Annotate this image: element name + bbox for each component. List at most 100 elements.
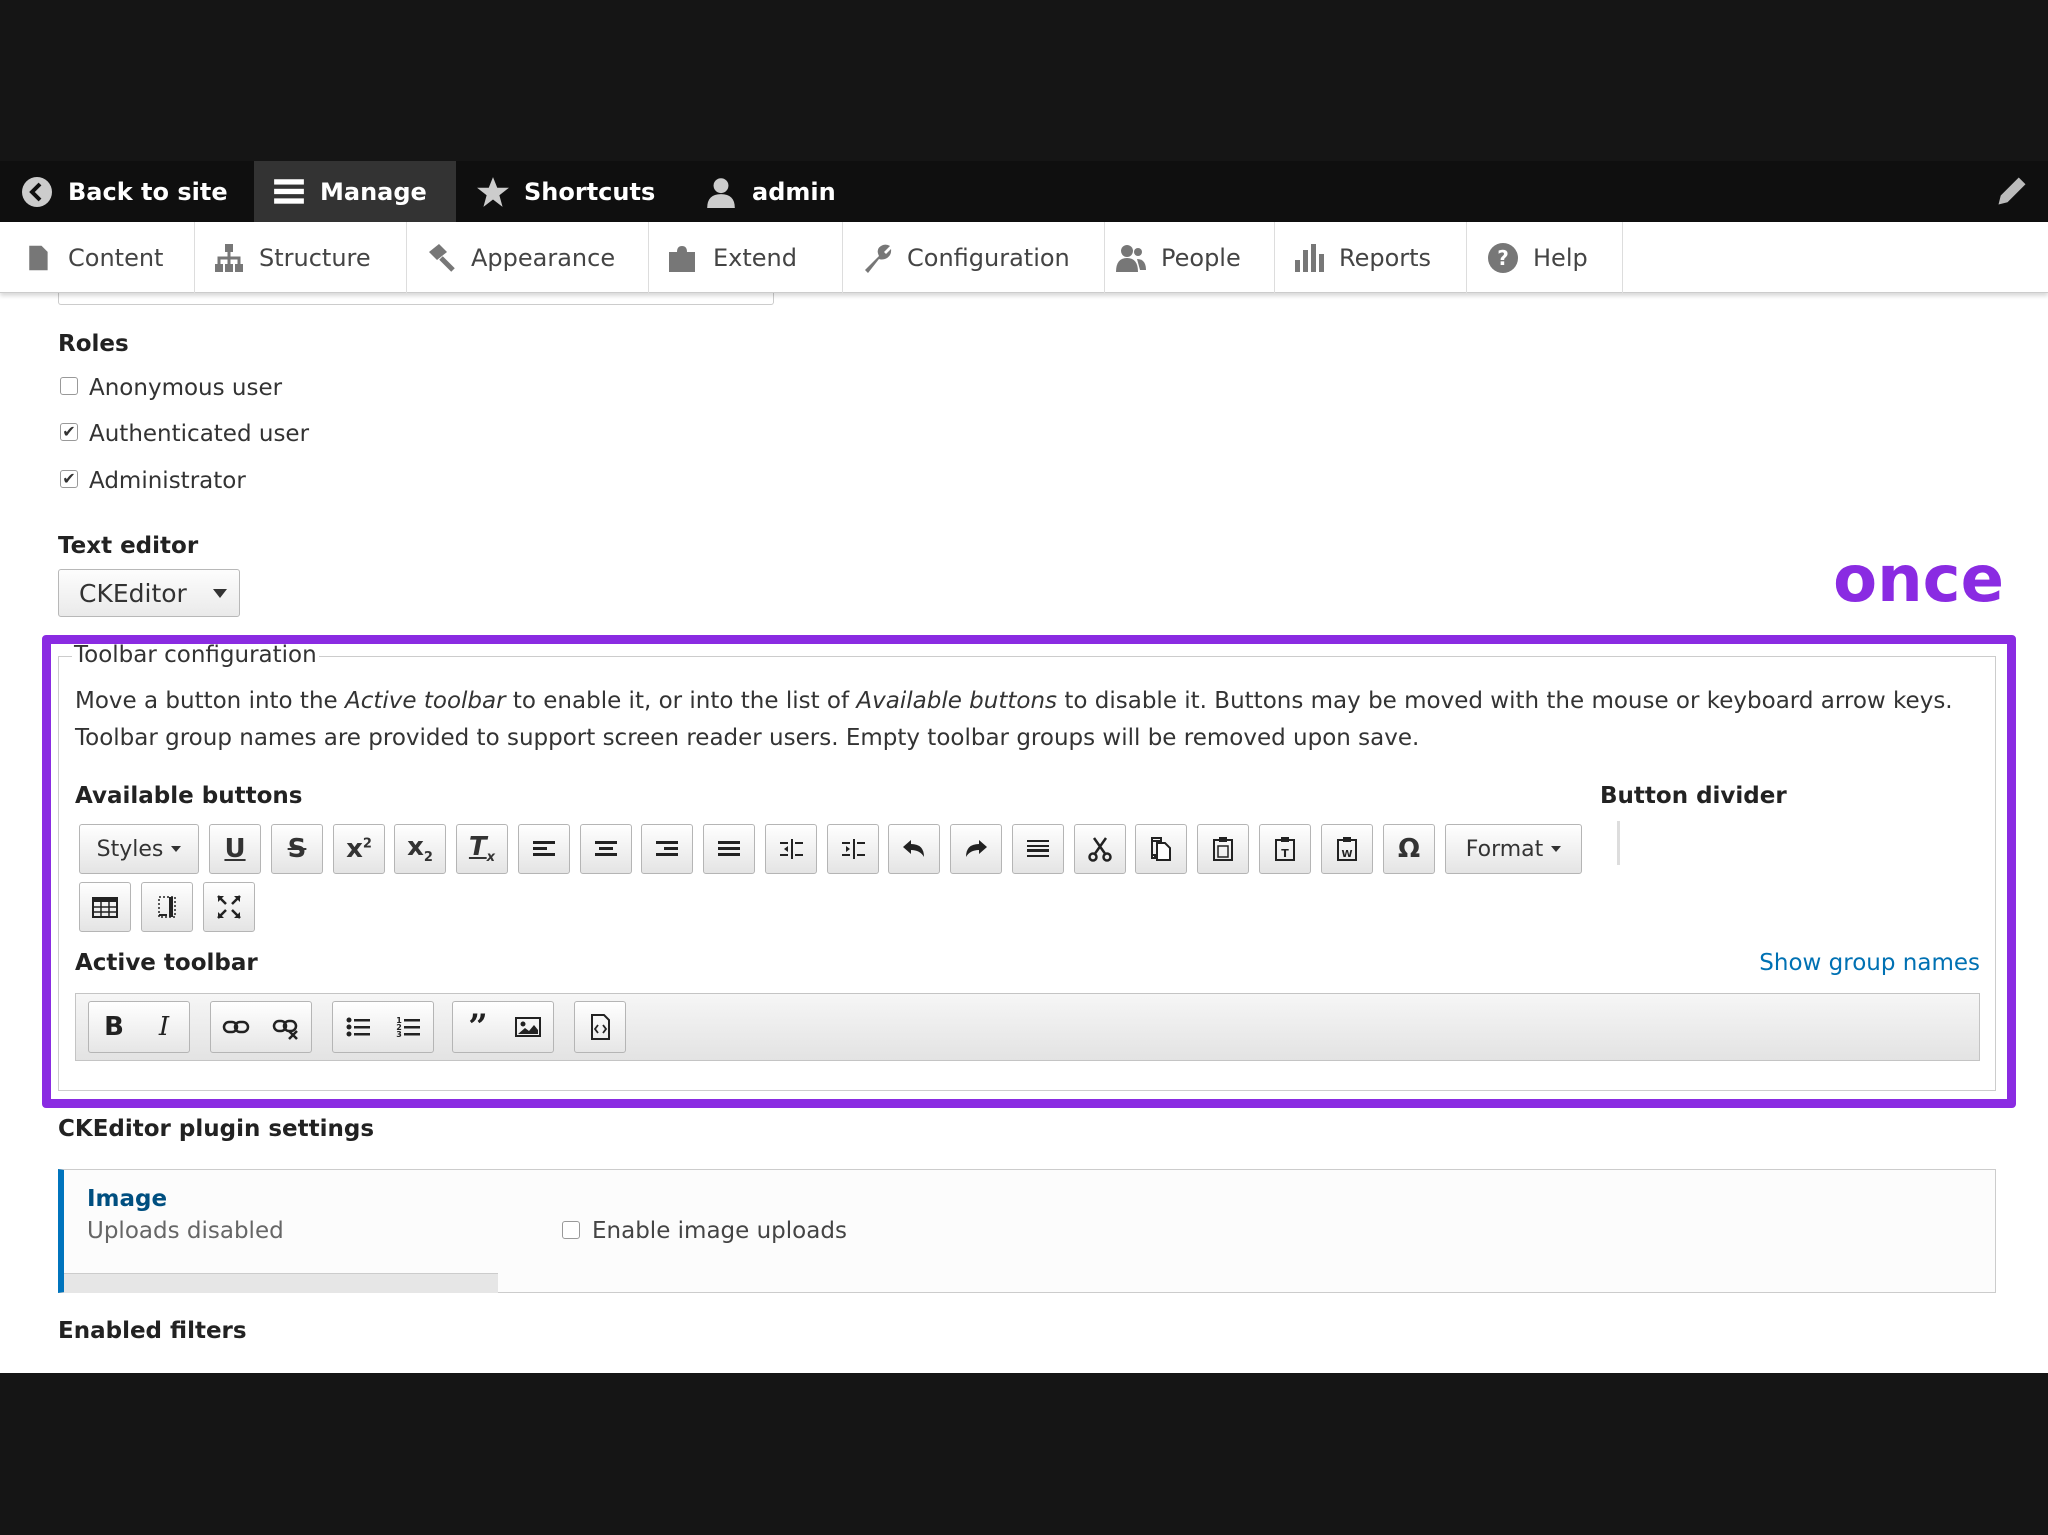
indent-button[interactable]	[827, 824, 879, 874]
text-editor-label: Text editor	[58, 533, 199, 559]
superscript-button[interactable]: x2	[333, 824, 385, 874]
shortcuts-tab[interactable]: Shortcuts	[476, 161, 655, 222]
bulleted-list-icon[interactable]	[333, 1002, 383, 1052]
italic-icon[interactable]: I	[139, 1002, 189, 1052]
tray-item-label: Extend	[713, 243, 797, 272]
horizontal-rule-button[interactable]	[1012, 824, 1064, 874]
people-icon	[1115, 242, 1147, 274]
show-group-names-link[interactable]: Show group names	[1759, 950, 1980, 976]
vertical-tab-image-title[interactable]: Image	[87, 1186, 167, 1212]
undo-button[interactable]	[888, 824, 940, 874]
svg-text:3: 3	[396, 1030, 402, 1039]
tray-item-structure[interactable]: Structure	[195, 222, 407, 293]
tray-item-configuration[interactable]: Configuration	[843, 222, 1105, 293]
tray-item-people[interactable]: People	[1105, 222, 1275, 293]
user-tab[interactable]: admin	[704, 161, 836, 222]
star-icon	[476, 175, 510, 209]
scissors-icon	[1088, 837, 1112, 862]
roles-label: Roles	[58, 331, 129, 357]
cut-button[interactable]	[1074, 824, 1126, 874]
link-icon[interactable]	[211, 1002, 261, 1052]
maximize-button[interactable]	[203, 882, 255, 932]
strikethrough-button[interactable]: S	[271, 824, 323, 874]
toolbar-group-tools[interactable]	[574, 1001, 626, 1053]
paste-button[interactable]	[1197, 824, 1249, 874]
role-checkbox-anonymous[interactable]	[60, 377, 78, 395]
tray-item-label: Reports	[1339, 243, 1432, 272]
manage-tab[interactable]: Manage	[254, 161, 456, 222]
name-field[interactable]	[58, 293, 774, 305]
superscript-icon: x2	[346, 834, 372, 864]
copy-button[interactable]	[1135, 824, 1187, 874]
remove-format-button[interactable]: Tx	[456, 824, 508, 874]
role-checkbox-authenticated[interactable]: ✔	[60, 423, 78, 441]
align-center-button[interactable]	[580, 824, 632, 874]
toolbar-config-description: Move a button into the Active toolbar to…	[75, 683, 1975, 757]
tray-item-help[interactable]: ? Help	[1467, 222, 1623, 293]
role-label-anonymous: Anonymous user	[89, 375, 283, 401]
chevron-down-icon	[213, 589, 227, 598]
toolbar-group-lists[interactable]: 123	[332, 1001, 434, 1053]
redo-button[interactable]	[950, 824, 1002, 874]
user-icon	[704, 175, 738, 209]
underline-button[interactable]: U	[209, 824, 261, 874]
align-right-icon	[656, 841, 678, 856]
show-blocks-button[interactable]	[141, 882, 193, 932]
role-label-authenticated: Authenticated user	[89, 421, 310, 447]
admin-menu-tray: Content Structure Appearance Extend Conf…	[0, 222, 2048, 293]
tray-item-appearance[interactable]: Appearance	[407, 222, 649, 293]
tray-item-reports[interactable]: Reports	[1275, 222, 1467, 293]
caret-down-icon	[1551, 846, 1562, 852]
back-to-site-link[interactable]: Back to site	[20, 161, 228, 222]
subscript-button[interactable]: x2	[394, 824, 446, 874]
align-right-button[interactable]	[641, 824, 693, 874]
justify-button[interactable]	[703, 824, 755, 874]
user-label: admin	[752, 177, 836, 206]
svg-text:T: T	[1281, 847, 1289, 860]
outdent-button[interactable]	[765, 824, 817, 874]
styles-label: Styles	[96, 836, 164, 862]
blockquote-icon[interactable]: ”	[453, 1002, 503, 1052]
paste-from-word-button[interactable]: W	[1321, 824, 1373, 874]
tray-item-label: Help	[1533, 243, 1588, 272]
button-divider[interactable]	[1617, 821, 1620, 865]
admin-toolbar: Back to site Manage Shortcuts admin	[0, 161, 2048, 222]
align-left-button[interactable]	[518, 824, 570, 874]
paste-word-icon: W	[1337, 837, 1357, 861]
image-icon[interactable]	[503, 1002, 553, 1052]
desc-text: Move a button into the	[75, 688, 345, 714]
desc-text: to enable it, or into the list of	[505, 688, 857, 714]
shortcuts-label: Shortcuts	[524, 177, 656, 206]
tray-item-label: Appearance	[471, 243, 616, 272]
redo-icon	[966, 840, 987, 857]
tray-item-content[interactable]: Content	[0, 222, 195, 293]
unlink-icon[interactable]	[261, 1002, 311, 1052]
tray-item-label: Configuration	[907, 243, 1070, 272]
tray-item-extend[interactable]: Extend	[649, 222, 843, 293]
enable-image-uploads-checkbox[interactable]	[562, 1221, 580, 1239]
horizontal-rule-icon	[1027, 840, 1049, 857]
desc-emphasis: Active toolbar	[345, 688, 506, 714]
special-character-button[interactable]: Ω	[1383, 824, 1435, 874]
format-button[interactable]: Format	[1445, 824, 1582, 874]
role-checkbox-administrator[interactable]: ✔	[60, 470, 78, 488]
align-left-icon	[533, 841, 555, 856]
tray-item-label: Structure	[259, 243, 371, 272]
toolbar-group-formatting[interactable]: B I	[88, 1001, 190, 1053]
manage-label: Manage	[320, 177, 427, 206]
help-icon: ?	[1487, 242, 1519, 274]
table-button[interactable]	[79, 882, 131, 932]
pencil-icon[interactable]	[1994, 173, 2030, 209]
source-icon[interactable]	[575, 1002, 625, 1052]
toolbar-group-linking[interactable]	[210, 1001, 312, 1053]
plugin-settings-heading: CKEditor plugin settings	[58, 1116, 375, 1142]
desc-emphasis: Available buttons	[856, 688, 1058, 714]
bold-icon[interactable]: B	[89, 1002, 139, 1052]
paintbrush-icon	[425, 242, 457, 274]
text-editor-select[interactable]: CKEditor	[58, 569, 240, 617]
styles-button[interactable]: Styles	[79, 824, 199, 874]
numbered-list-icon[interactable]: 123	[383, 1002, 433, 1052]
toolbar-group-media[interactable]: ”	[452, 1001, 554, 1053]
paste-text-button[interactable]: T	[1259, 824, 1311, 874]
svg-text:W: W	[1341, 849, 1352, 860]
